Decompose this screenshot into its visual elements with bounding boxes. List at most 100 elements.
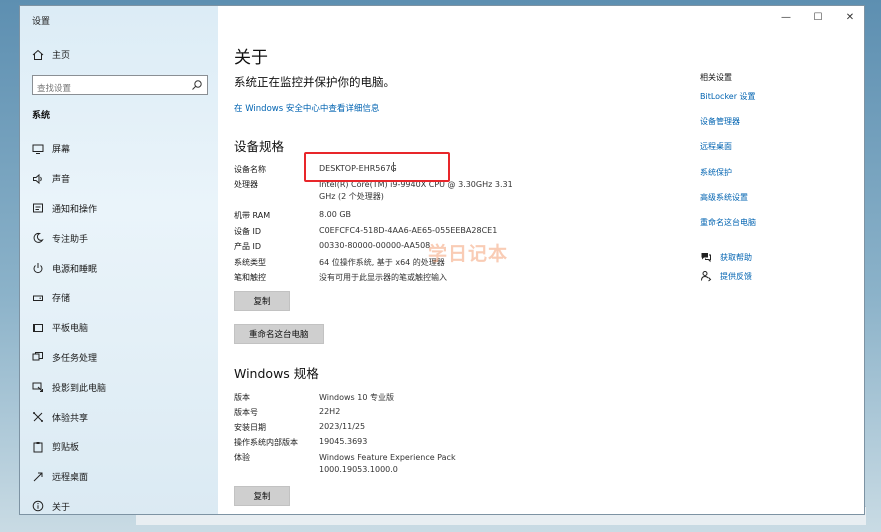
sidebar-item-tablet[interactable]: 平板电脑: [20, 313, 218, 343]
section-system-label: 系统: [32, 111, 51, 121]
sidebar-item-display[interactable]: 屏幕: [20, 134, 218, 164]
sidebar-item-shared-experiences[interactable]: 体验共享: [20, 402, 218, 432]
search-icon[interactable]: [191, 79, 203, 91]
sidebar-item-about[interactable]: 关于: [20, 492, 218, 514]
sidebar-item-power[interactable]: 电源和睡眠: [20, 253, 218, 283]
sidebar-item-sound[interactable]: 声音: [20, 164, 218, 194]
storage-icon: [32, 292, 44, 304]
spec-key: 系统类型: [234, 257, 266, 267]
help-section: 获取帮助 提供反馈: [700, 251, 752, 289]
spec-row-os-build: 操作系统内部版本 19045.3693: [234, 437, 519, 452]
sidebar-home[interactable]: 主页: [32, 48, 70, 61]
sidebar-home-label: 主页: [52, 51, 71, 61]
sidebar-item-notifications[interactable]: 通知和操作: [20, 194, 218, 224]
bitlocker-settings-link[interactable]: BitLocker 设置: [700, 91, 850, 102]
project-icon: [32, 381, 44, 393]
get-help-link[interactable]: 获取帮助: [700, 251, 752, 263]
spec-row-version: 版本号 22H2: [234, 407, 519, 422]
sidebar-item-label: 投影到此电脑: [52, 383, 107, 394]
notification-icon: [32, 202, 44, 214]
chat-help-icon: [700, 251, 712, 263]
spec-key: 机带 RAM: [234, 211, 271, 220]
spec-row-install-date: 安装日期 2023/11/25: [234, 422, 519, 437]
sidebar-item-label: 电源和睡眠: [52, 264, 98, 275]
sidebar-item-remote-desktop[interactable]: 远程桌面: [20, 462, 218, 492]
sidebar-item-label: 远程桌面: [52, 473, 89, 484]
related-settings: 相关设置 BitLocker 设置 设备管理器 远程桌面 系统保护 高级系统设置…: [700, 72, 850, 242]
spec-row-pen-touch: 笔和触控 没有可用于此显示器的笔或触控输入: [234, 272, 519, 288]
page-title: 关于: [234, 48, 268, 68]
sidebar-item-storage[interactable]: 存储: [20, 283, 218, 313]
rename-pc-link[interactable]: 重命名这台电脑: [700, 217, 850, 228]
sidebar-item-label: 屏幕: [52, 145, 71, 156]
spec-row-experience: 体验 Windows Feature Experience Pack 1000.…: [234, 452, 519, 478]
copy-windows-specs-button[interactable]: 复制: [234, 486, 290, 506]
share-icon: [32, 411, 44, 423]
tablet-icon: [32, 322, 44, 334]
spec-key: 安装日期: [234, 423, 266, 432]
security-center-link[interactable]: 在 Windows 安全中心中查看详细信息: [234, 102, 379, 114]
close-button[interactable]: ✕: [844, 12, 856, 23]
spec-value: 19045.3693: [319, 437, 368, 446]
spec-value: 22H2: [319, 407, 341, 416]
system-protection-link[interactable]: 系统保护: [700, 167, 850, 178]
spec-key: 版本号: [234, 408, 258, 417]
sidebar-nav: 屏幕 声音 通知和操作 专注助手 电源和睡眠 存储 平板电脑 多任务处理 投影到…: [20, 134, 218, 514]
maximize-button[interactable]: ☐: [812, 12, 824, 23]
spec-value: Windows 10 专业版: [319, 393, 394, 402]
search-box[interactable]: [32, 75, 208, 98]
spec-row-ram: 机带 RAM 8.00 GB: [234, 210, 519, 226]
settings-window: 设置 主页 系统 屏幕 声音 通知和操作: [20, 6, 864, 514]
clipboard-icon: [32, 441, 44, 453]
rename-pc-button[interactable]: 重命名这台电脑: [234, 324, 324, 344]
feedback-icon: [700, 270, 712, 282]
feedback-label: 提供反馈: [720, 271, 752, 281]
spec-key: 体验: [234, 453, 250, 462]
monitor-icon: [32, 143, 44, 155]
main-content: — ☐ ✕ 关于 系统正在监控并保护你的电脑。 在 Windows 安全中心中查…: [218, 6, 864, 514]
moon-icon: [32, 232, 44, 244]
sidebar-item-label: 存储: [52, 294, 71, 305]
minimize-button[interactable]: —: [780, 12, 792, 23]
spec-key: 笔和触控: [234, 273, 266, 282]
sidebar-item-label: 声音: [52, 175, 71, 186]
spec-value: Intel(R) Core(TM) i9-9940X CPU @ 3.30GHz…: [319, 180, 513, 201]
windows-specs-list: 版本 Windows 10 专业版 版本号 22H2 安装日期 2023/11/…: [234, 392, 519, 478]
spec-value: Windows Feature Experience Pack 1000.190…: [319, 453, 456, 474]
search-input[interactable]: [33, 80, 185, 98]
spec-key: 处理器: [234, 180, 258, 189]
device-specs-list: 设备名称 DESKTOP-EHR567G 处理器 Intel(R) Core(T…: [234, 164, 519, 288]
protection-status: 系统正在监控并保护你的电脑。: [234, 75, 395, 89]
sidebar-item-focus-assist[interactable]: 专注助手: [20, 223, 218, 253]
home-icon: [32, 49, 44, 61]
spec-value: 没有可用于此显示器的笔或触控输入: [319, 273, 447, 282]
speaker-icon: [32, 173, 44, 185]
feedback-link[interactable]: 提供反馈: [700, 270, 752, 282]
device-specs-heading: 设备规格: [234, 139, 285, 154]
app-title: 设置: [32, 17, 51, 27]
copy-device-specs-button[interactable]: 复制: [234, 291, 290, 311]
multitask-icon: [32, 351, 44, 363]
sidebar-item-multitasking[interactable]: 多任务处理: [20, 343, 218, 373]
sidebar-item-label: 专注助手: [52, 234, 89, 245]
info-icon: [32, 500, 44, 512]
watermark-text: 学日记本: [428, 243, 509, 265]
spec-key: 产品 ID: [234, 242, 262, 251]
windows-specs-heading: Windows 规格: [234, 366, 319, 381]
spec-value: 2023/11/25: [319, 422, 366, 431]
window-controls: — ☐ ✕: [780, 12, 856, 23]
sidebar-item-clipboard[interactable]: 剪贴板: [20, 432, 218, 462]
sidebar-item-project[interactable]: 投影到此电脑: [20, 372, 218, 402]
remote-desktop-link[interactable]: 远程桌面: [700, 141, 850, 152]
text-cursor: [393, 162, 394, 172]
sidebar-item-label: 体验共享: [52, 413, 89, 424]
advanced-system-settings-link[interactable]: 高级系统设置: [700, 192, 850, 203]
spec-row-edition: 版本 Windows 10 专业版: [234, 392, 519, 407]
related-settings-title: 相关设置: [700, 73, 732, 82]
device-manager-link[interactable]: 设备管理器: [700, 116, 850, 127]
device-name-highlight: [304, 152, 450, 182]
spec-value: 8.00 GB: [319, 210, 352, 219]
power-icon: [32, 262, 44, 274]
sidebar-item-label: 关于: [52, 502, 71, 513]
spec-key: 设备 ID: [234, 226, 262, 236]
